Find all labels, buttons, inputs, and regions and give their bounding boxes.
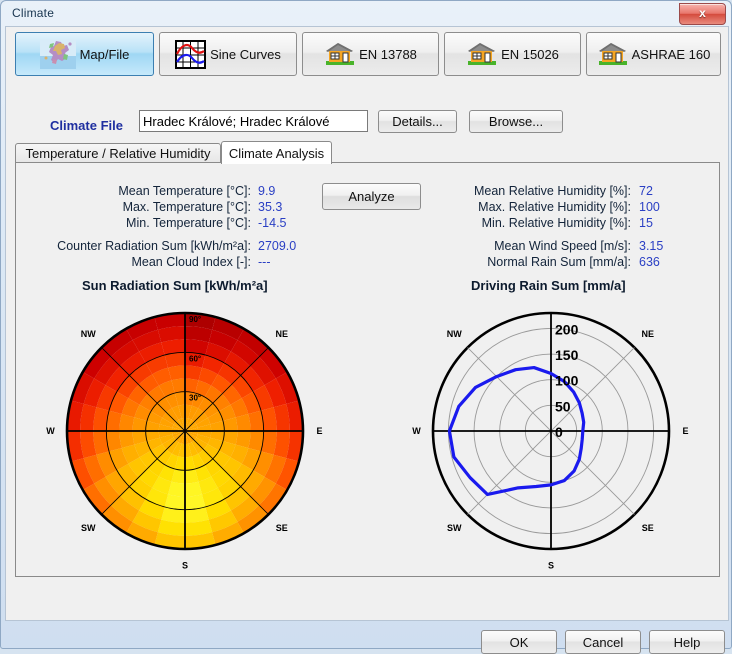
toolbar-button-label: Map/File <box>80 47 130 62</box>
toolbar-button-label: EN 13788 <box>359 47 417 62</box>
sun-radiation-chart-title: Sun Radiation Sum [kWh/m²a] <box>82 278 268 293</box>
svg-text:S: S <box>548 561 554 571</box>
stat-label-min-temperature: Min. Temperature [°C]: <box>96 216 251 230</box>
stat-value-max-relative-humidity: 100 <box>639 200 660 214</box>
svg-text:NE: NE <box>642 329 655 339</box>
svg-text:NW: NW <box>81 329 96 339</box>
toolbar-button-label: Sine Curves <box>210 47 281 62</box>
climate-dialog-window: Climate x Map/File <box>0 0 732 649</box>
toolbar-button-map-file[interactable]: Map/File <box>15 32 154 76</box>
svg-text:SW: SW <box>447 523 462 533</box>
stat-value-max-temperature: 35.3 <box>258 200 282 214</box>
toolbar-button-en-13788[interactable]: EN 13788 <box>302 32 439 76</box>
stat-label-mean-cloud-index: Mean Cloud Index [-]: <box>26 255 251 269</box>
house-icon <box>597 42 628 66</box>
stat-label-normal-rain-sum: Normal Rain Sum [mm/a]: <box>431 255 631 269</box>
svg-text:30°: 30° <box>189 394 201 403</box>
tab-temperature-relative-humidity[interactable]: Temperature / Relative Humidity <box>15 143 221 163</box>
toolbar-button-sine-curves[interactable]: Sine Curves <box>159 32 297 76</box>
svg-text:E: E <box>317 426 323 436</box>
stat-label-mean-temperature: Mean Temperature [°C]: <box>96 184 251 198</box>
toolbar-button-en-15026[interactable]: EN 15026 <box>444 32 581 76</box>
climate-file-label: Climate File <box>50 118 123 133</box>
toolbar-button-ashrae-160[interactable]: ASHRAE 160 <box>586 32 721 76</box>
stat-value-min-temperature: -14.5 <box>258 216 287 230</box>
details-button[interactable]: Details... <box>378 110 457 133</box>
svg-text:E: E <box>683 426 689 436</box>
stat-label-min-relative-humidity: Min. Relative Humidity [%]: <box>431 216 631 230</box>
svg-text:100: 100 <box>555 373 579 389</box>
dialog-client-area: Map/File Sine Curv <box>5 26 729 621</box>
browse-button[interactable]: Browse... <box>469 110 563 133</box>
toolbar-button-label: ASHRAE 160 <box>632 47 711 62</box>
tab-climate-analysis[interactable]: Climate Analysis <box>221 141 332 164</box>
stat-value-mean-wind-speed: 3.15 <box>639 239 663 253</box>
svg-text:S: S <box>182 561 188 571</box>
stat-value-normal-rain-sum: 636 <box>639 255 660 269</box>
svg-text:90°: 90° <box>189 315 201 324</box>
svg-text:SE: SE <box>276 523 288 533</box>
stat-value-mean-cloud-index: --- <box>258 255 271 269</box>
svg-text:SE: SE <box>642 523 654 533</box>
stat-value-counter-radiation-sum: 2709.0 <box>258 239 296 253</box>
stat-value-min-relative-humidity: 15 <box>639 216 653 230</box>
cancel-button[interactable]: Cancel <box>565 630 641 654</box>
analyze-button[interactable]: Analyze <box>322 183 421 210</box>
sun-radiation-polar-chart: 30°60°90°NNEESESSWWNW <box>30 301 360 571</box>
house-icon <box>324 42 355 66</box>
tab-label: Climate Analysis <box>229 146 324 161</box>
tab-strip: Temperature / Relative Humidity Climate … <box>15 141 720 163</box>
house-icon <box>466 42 497 66</box>
svg-text:W: W <box>412 426 421 436</box>
stat-label-counter-radiation-sum: Counter Radiation Sum [kWh/m²a]: <box>26 239 251 253</box>
svg-text:NW: NW <box>447 329 462 339</box>
stat-value-mean-relative-humidity: 72 <box>639 184 653 198</box>
svg-text:NE: NE <box>276 329 289 339</box>
svg-text:200: 200 <box>555 321 579 337</box>
climate-analysis-panel: Mean Temperature [°C]: 9.9 Max. Temperat… <box>15 162 720 577</box>
tab-label: Temperature / Relative Humidity <box>26 146 211 161</box>
stat-value-mean-temperature: 9.9 <box>258 184 275 198</box>
svg-text:W: W <box>46 426 55 436</box>
sine-curves-icon <box>175 40 206 69</box>
stat-label-max-relative-humidity: Max. Relative Humidity [%]: <box>431 200 631 214</box>
title-bar: Climate x <box>1 1 732 26</box>
stat-label-mean-wind-speed: Mean Wind Speed [m/s]: <box>431 239 631 253</box>
svg-text:60°: 60° <box>189 354 201 363</box>
climate-file-input[interactable] <box>139 110 368 132</box>
help-button[interactable]: Help <box>649 630 725 654</box>
stat-label-mean-relative-humidity: Mean Relative Humidity [%]: <box>431 184 631 198</box>
ok-button[interactable]: OK <box>481 630 557 654</box>
svg-text:SW: SW <box>81 523 96 533</box>
close-button[interactable]: x <box>679 3 726 25</box>
driving-rain-polar-chart: 050100150200NNEESESSWWNW <box>396 301 726 571</box>
toolbar-button-label: EN 15026 <box>501 47 559 62</box>
driving-rain-chart-title: Driving Rain Sum [mm/a] <box>471 278 626 293</box>
close-icon: x <box>680 4 725 24</box>
window-title: Climate <box>12 6 54 20</box>
stat-label-max-temperature: Max. Temperature [°C]: <box>96 200 251 214</box>
europe-map-icon <box>40 39 76 69</box>
svg-text:50: 50 <box>555 398 571 414</box>
svg-text:150: 150 <box>555 347 579 363</box>
svg-text:0: 0 <box>555 424 563 440</box>
